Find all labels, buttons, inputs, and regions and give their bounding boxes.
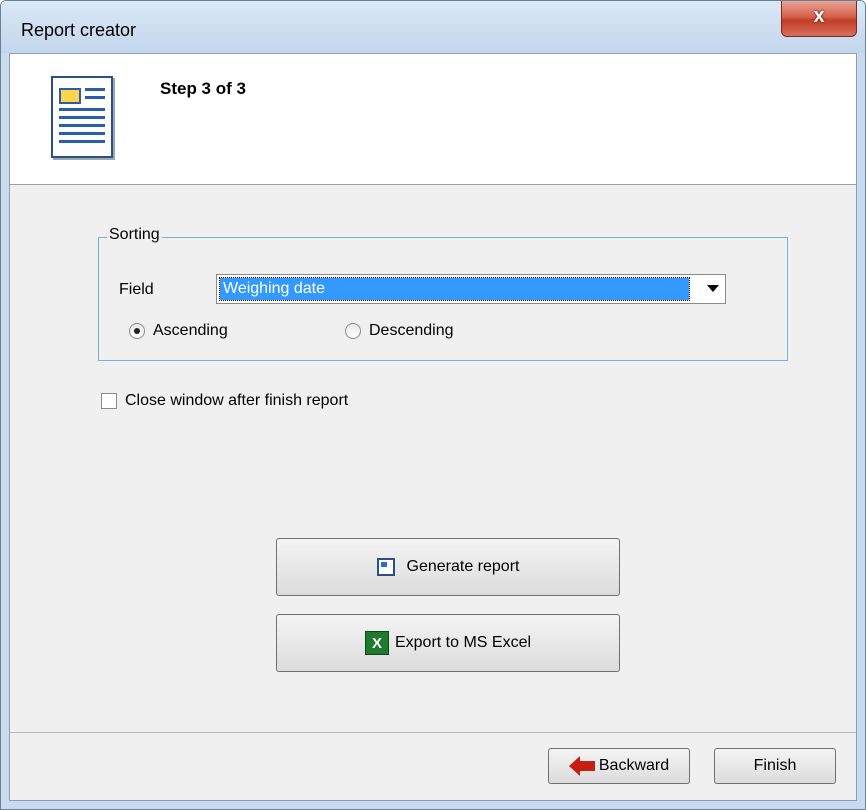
generate-report-label: Generate report [406,558,520,575]
finish-label: Finish [753,757,797,774]
backward-label: Backward [598,757,670,774]
field-label: Field [119,281,154,298]
close-icon: x [813,5,825,27]
ascending-label: Ascending [153,322,228,339]
ascending-radio[interactable]: Ascending [129,322,228,340]
dialog-client-area: Step 3 of 3 Sorting Field Weighing date … [9,53,857,801]
radio-checked-icon [129,323,145,339]
report-icon [376,558,395,576]
close-after-finish-label: Close window after finish report [125,392,349,409]
checkbox-icon [101,393,117,409]
sort-field-dropdown[interactable]: Weighing date [216,274,726,304]
export-excel-label: Export to MS Excel [394,634,532,651]
radio-unchecked-icon [345,323,361,339]
chevron-down-icon[interactable] [707,285,719,292]
window-title: Report creator [21,20,137,40]
close-button[interactable]: x [781,1,857,37]
title-bar[interactable]: Report creator x [1,1,865,53]
finish-button[interactable]: Finish [714,748,836,784]
sort-field-value: Weighing date [219,277,690,301]
step-indicator: Step 3 of 3 [160,79,246,98]
generate-report-button[interactable]: Generate report [276,538,620,596]
report-document-icon [51,76,113,158]
descending-radio[interactable]: Descending [345,322,454,340]
report-creator-window: Report creator x Step 3 of 3 Sorting Fie… [0,0,866,810]
wizard-header: Step 3 of 3 [10,54,856,185]
sorting-group: Sorting Field Weighing date Ascending De… [98,226,788,361]
descending-label: Descending [369,322,454,339]
excel-icon: X [364,631,389,655]
arrow-left-icon [568,756,595,776]
export-excel-button[interactable]: X Export to MS Excel [276,614,620,672]
backward-button[interactable]: Backward [548,748,690,784]
sorting-group-title: Sorting [107,226,162,244]
close-after-finish-checkbox[interactable]: Close window after finish report [101,392,348,410]
